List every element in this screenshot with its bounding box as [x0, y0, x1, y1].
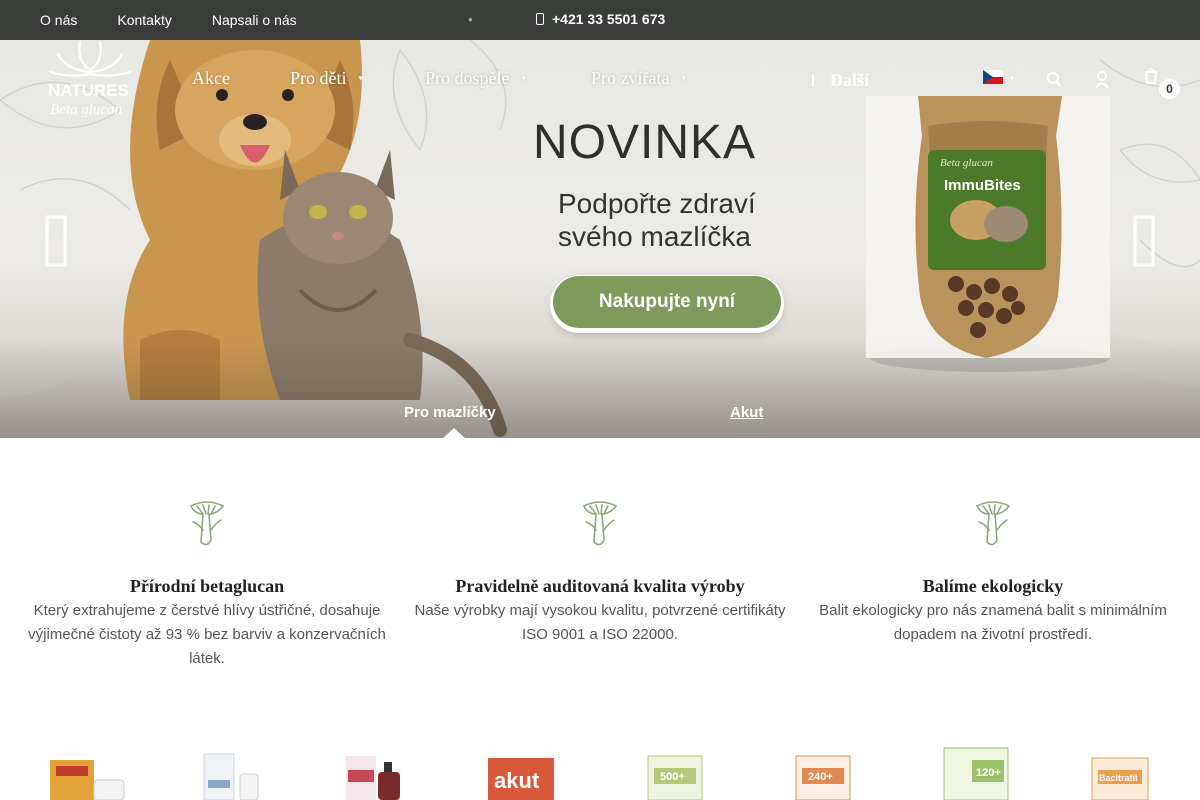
nav-label: Pro zvířata [591, 68, 670, 88]
slider-prev-arrow-icon[interactable] [44, 214, 70, 270]
hero-headline: NOVINKA [533, 116, 757, 169]
nav-item-akce[interactable]: Akce [192, 68, 230, 89]
nav-label: Pro dospělé [425, 68, 510, 88]
slider-next-arrow-icon[interactable] [1132, 214, 1158, 270]
top-bar: O nás Kontakty Napsali o nás ● +421 33 5… [0, 0, 1200, 40]
feature-audited-quality: Pravidelně auditovaná kvalita výroby Naš… [405, 500, 795, 647]
product-label: 120+ [976, 767, 1001, 779]
slider-tab-pets[interactable]: Pro mazlíčky [404, 404, 496, 421]
nav-item-pro-zvirata[interactable]: Pro zvířata ▾ [591, 68, 686, 89]
phone-contact[interactable]: +421 33 5501 673 [536, 11, 665, 27]
feature-text: Balit ekologicky pro nás znamená balit s… [819, 602, 1167, 643]
shop-now-button[interactable]: Nakupujte nyní [553, 276, 781, 328]
language-chevron-icon[interactable]: ▾ [1010, 74, 1014, 83]
menu-icon [812, 74, 818, 87]
hero-subline: Podpořte zdraví svého mazlíčka [558, 188, 756, 252]
natures-logo[interactable]: NATURES Beta glucan [46, 40, 134, 122]
bag-product-name: ImmuBites [944, 177, 1021, 194]
cart-icon[interactable] [1144, 66, 1158, 86]
immubites-product-image[interactable]: Beta glucan ImmuBites [866, 96, 1110, 358]
logo-subtitle: Beta glucan [50, 102, 122, 118]
user-icon[interactable] [1095, 70, 1109, 90]
product-thumbnail[interactable]: Bacitrafil [1090, 740, 1150, 800]
nav-item-pro-dospele[interactable]: Pro dospělé ▾ [425, 68, 526, 89]
search-icon[interactable] [1047, 70, 1061, 90]
top-link-about[interactable]: O nás [40, 12, 77, 28]
chevron-down-icon: ▾ [681, 73, 686, 83]
product-label: 500+ [660, 771, 685, 783]
mushroom-icon [189, 501, 225, 546]
more-menu-button[interactable]: Další [812, 70, 869, 91]
product-thumbnail[interactable]: akut [486, 740, 556, 800]
bag-brand: Beta glucan [940, 157, 993, 169]
feature-title: Přírodní betaglucan [129, 576, 285, 596]
czech-flag-icon[interactable] [983, 70, 1003, 84]
logo-brand: NATURES [48, 81, 129, 100]
nav-label: Pro děti [290, 68, 347, 88]
phone-icon [536, 13, 544, 25]
top-link-contacts[interactable]: Kontakty [117, 12, 171, 28]
product-thumbnail[interactable]: 500+ [646, 740, 706, 800]
feature-eco-packaging: Balíme ekologicky Balit ekologicky pro n… [798, 500, 1188, 647]
more-label: Další [830, 70, 870, 90]
product-thumbnail[interactable] [344, 740, 414, 800]
product-thumbnail[interactable] [48, 740, 128, 800]
mushroom-icon [582, 501, 618, 546]
active-tab-pointer [443, 428, 465, 438]
product-label: Bacitrafil [1099, 773, 1138, 783]
nav-label: Akce [192, 68, 230, 88]
separator-dot-icon: ● [468, 15, 473, 24]
product-label: akut [494, 768, 540, 793]
cart-count-badge: 0 [1159, 79, 1180, 99]
slider-tab-akut[interactable]: Akut [730, 404, 763, 421]
product-thumbnail[interactable] [200, 740, 270, 800]
product-label: 240+ [808, 771, 833, 783]
feature-text: Který extrahujeme z čerstvé hlívy ústřič… [28, 602, 386, 667]
feature-title: Balíme ekologicky [922, 576, 1064, 596]
top-links: O nás Kontakty Napsali o nás [40, 12, 337, 28]
product-thumbnail[interactable]: 240+ [794, 740, 854, 800]
chevron-down-icon: ▾ [521, 73, 527, 83]
mushroom-icon [975, 501, 1011, 546]
phone-number: +421 33 5501 673 [552, 11, 666, 27]
nav-item-pro-deti[interactable]: Pro děti ▾ [290, 68, 363, 89]
feature-title: Pravidelně auditovaná kvalita výroby [455, 576, 745, 596]
top-link-press[interactable]: Napsali o nás [212, 12, 297, 28]
product-thumbnail[interactable]: 120+ [942, 740, 1012, 800]
feature-text: Naše výrobky mají vysokou kvalitu, potvr… [414, 602, 786, 643]
feature-natural-betaglucan: Přírodní betaglucan Který extrahujeme z … [12, 500, 402, 671]
chevron-down-icon: ▾ [358, 73, 364, 83]
